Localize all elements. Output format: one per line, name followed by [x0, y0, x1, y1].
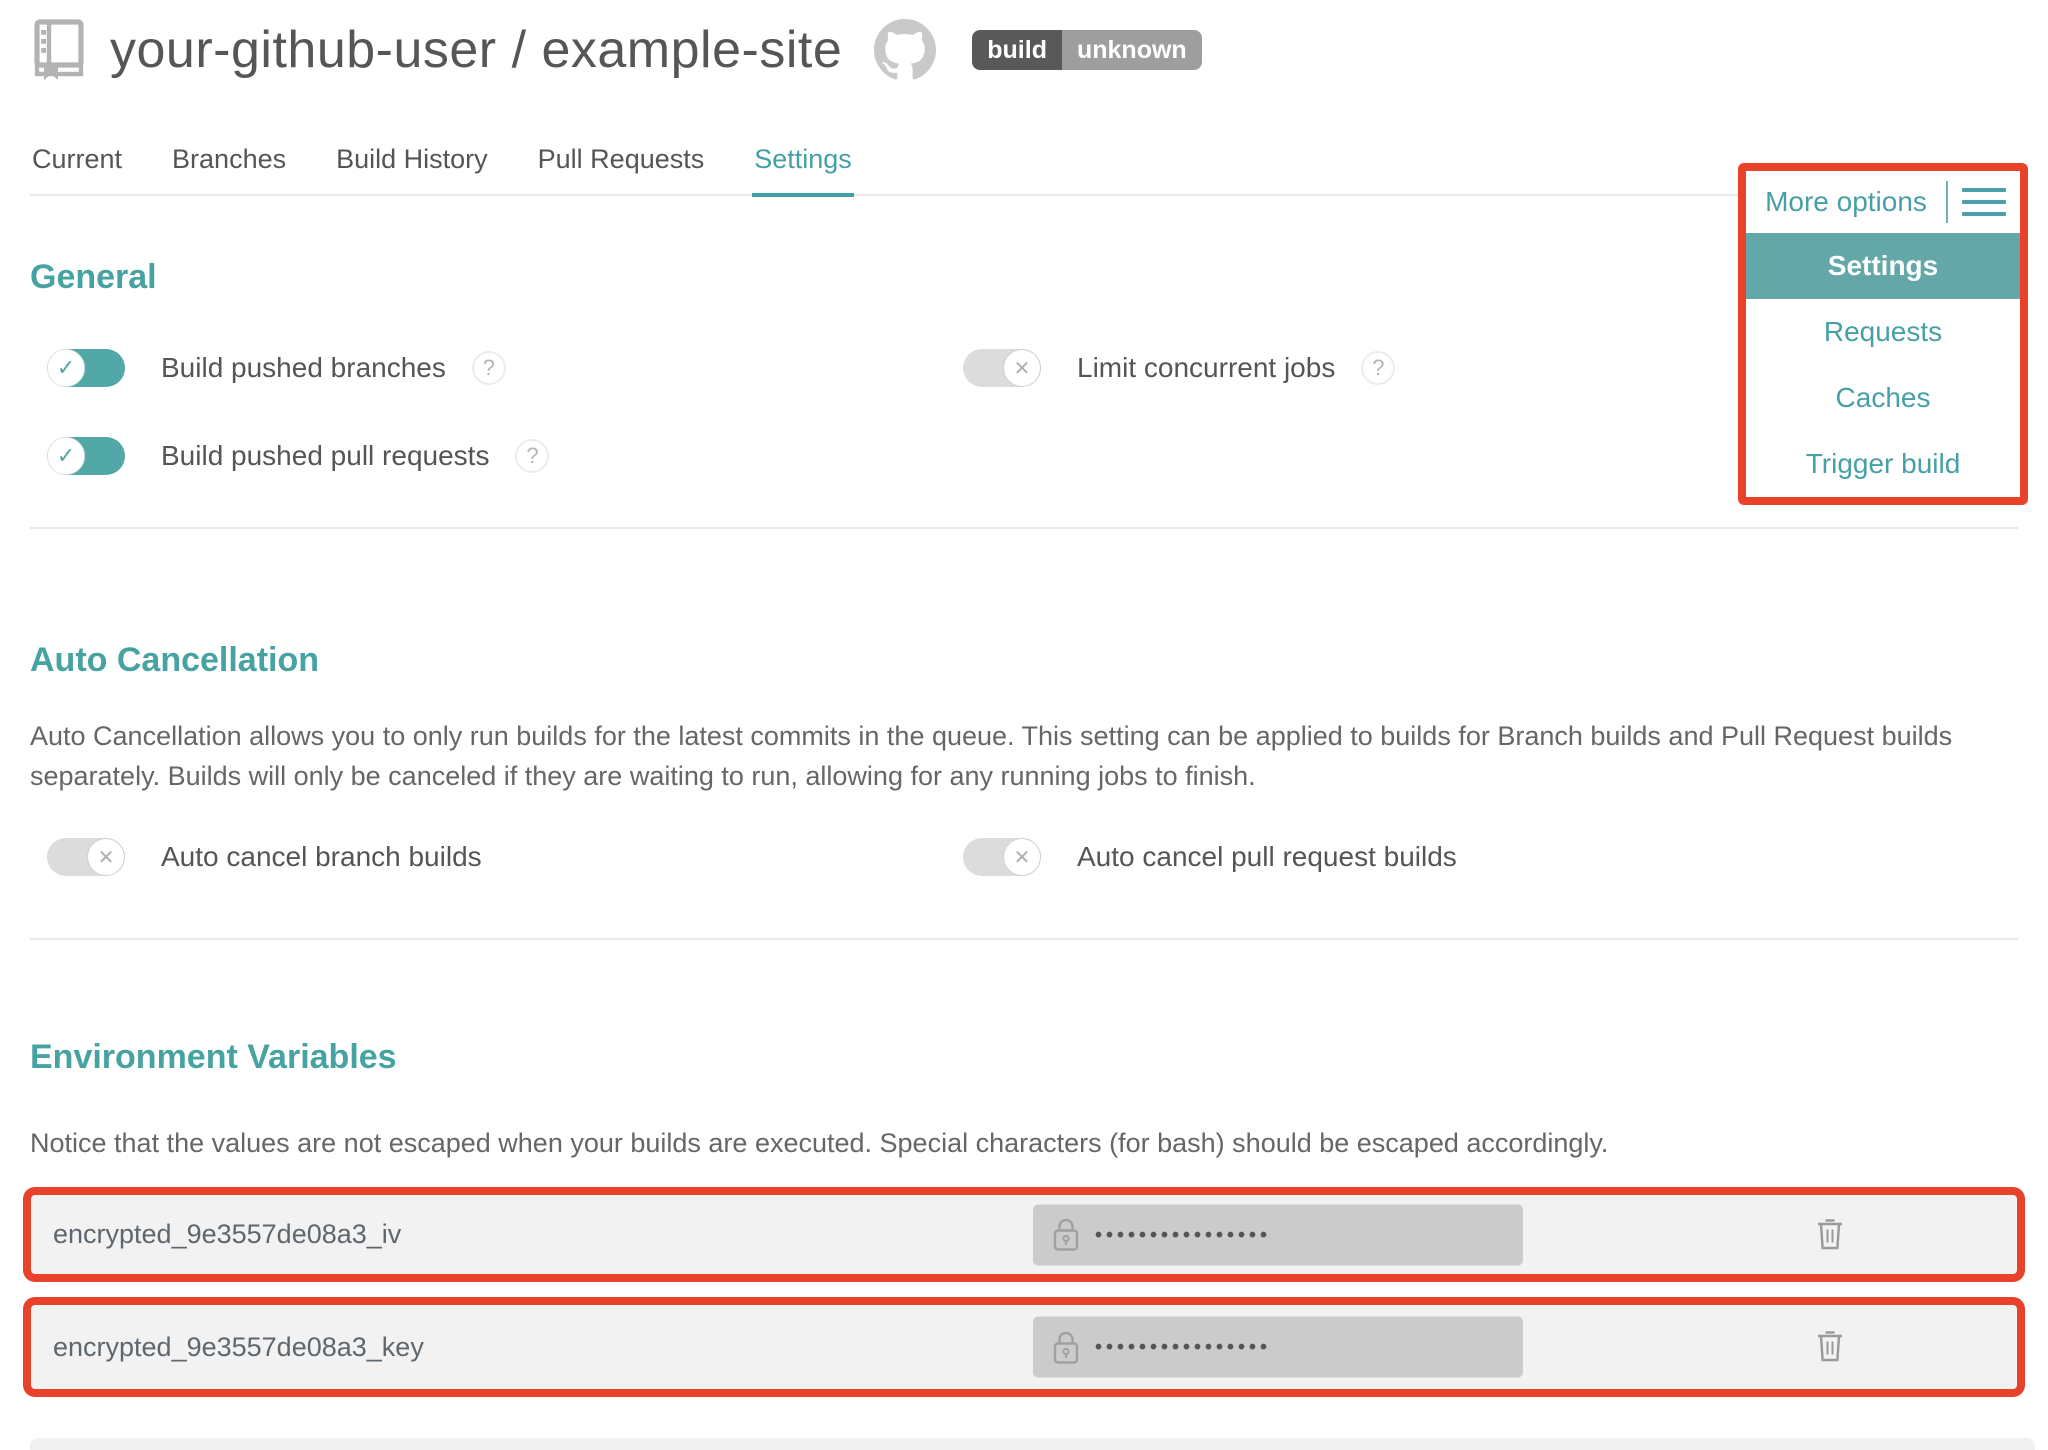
environment-variables-notice: Notice that the values are not escaped w… — [30, 1123, 1990, 1163]
help-icon[interactable]: ? — [472, 351, 506, 385]
tab-build-history[interactable]: Build History — [334, 138, 490, 194]
next-row-partial — [30, 1438, 2035, 1450]
toggle-label: Limit concurrent jobs — [1077, 352, 1335, 384]
menu-item-settings[interactable]: Settings — [1746, 233, 2020, 299]
tab-settings[interactable]: Settings — [752, 138, 854, 197]
help-icon[interactable]: ? — [515, 439, 549, 473]
tab-current[interactable]: Current — [30, 138, 124, 194]
toggle-build-pushed-branches[interactable]: ✓✕ — [47, 349, 125, 387]
toggle-auto-cancel-pull-request-builds[interactable]: ✓✕ — [963, 838, 1041, 876]
section-divider — [30, 938, 2018, 940]
env-var-row: encrypted_9e3557de08a3_key •••••••••••••… — [23, 1297, 2025, 1397]
repo-header: your-github-user / example-site build un… — [30, 0, 2048, 76]
setting-auto-cancel-branch-builds: ✓✕ Auto cancel branch builds — [47, 838, 963, 876]
tab-branches[interactable]: Branches — [170, 138, 288, 194]
repository-book-icon — [30, 18, 88, 82]
env-var-value-field: •••••••••••••••• — [1033, 1317, 1523, 1378]
help-icon[interactable]: ? — [1361, 351, 1395, 385]
badge-build-label: build — [972, 30, 1062, 70]
delete-env-var-button[interactable] — [1815, 1215, 1845, 1254]
setting-build-pushed-pull-requests: ✓✕ Build pushed pull requests ? — [47, 437, 963, 475]
toggle-label: Build pushed pull requests — [161, 440, 489, 472]
tab-pull-requests[interactable]: Pull Requests — [536, 138, 707, 194]
badge-status-value: unknown — [1062, 30, 1202, 70]
toggle-build-pushed-pull-requests[interactable]: ✓✕ — [47, 437, 125, 475]
auto-cancellation-heading: Auto Cancellation — [30, 641, 2048, 680]
toggle-knob: ✓✕ — [47, 437, 85, 475]
github-logo-icon[interactable] — [874, 19, 936, 81]
setting-auto-cancel-pull-request-builds: ✓✕ Auto cancel pull request builds — [963, 838, 1879, 876]
menu-item-trigger-build[interactable]: Trigger build — [1746, 431, 2020, 497]
more-options-label: More options — [1746, 186, 1946, 218]
lock-icon — [1053, 1218, 1079, 1252]
auto-cancellation-toggle-row: ✓✕ Auto cancel branch builds ✓✕ Auto can… — [47, 838, 2048, 876]
toggle-knob: ✓✕ — [1003, 838, 1041, 876]
hamburger-menu-icon[interactable] — [1948, 188, 2020, 216]
auto-cancellation-description: Auto Cancellation allows you to only run… — [30, 716, 1960, 796]
section-divider — [30, 527, 2018, 529]
masked-value: •••••••••••••••• — [1095, 1222, 1271, 1247]
env-var-value-field: •••••••••••••••• — [1033, 1204, 1523, 1265]
toggle-label: Build pushed branches — [161, 352, 446, 384]
more-options-menu: Settings Requests Caches Trigger build — [1746, 233, 2020, 497]
masked-value: •••••••••••••••• — [1095, 1335, 1271, 1360]
toggle-label: Auto cancel pull request builds — [1077, 841, 1457, 873]
menu-item-requests[interactable]: Requests — [1746, 299, 2020, 365]
repo-tabs: Current Branches Build History Pull Requ… — [30, 138, 2018, 196]
more-options-dropdown: More options Settings Requests Caches Tr… — [1738, 163, 2028, 505]
build-status-badge: build unknown — [972, 30, 1201, 70]
env-var-row: encrypted_9e3557de08a3_iv ••••••••••••••… — [23, 1187, 2025, 1282]
more-options-header[interactable]: More options — [1746, 171, 2020, 233]
trash-icon — [1815, 1328, 1845, 1364]
toggle-knob: ✓✕ — [87, 838, 125, 876]
lock-icon — [1053, 1330, 1079, 1364]
page-title: your-github-user / example-site — [110, 20, 842, 80]
setting-build-pushed-branches: ✓✕ Build pushed branches ? — [47, 349, 963, 387]
toggle-limit-concurrent-jobs[interactable]: ✓✕ — [963, 349, 1041, 387]
toggle-knob: ✓✕ — [47, 349, 85, 387]
menu-item-caches[interactable]: Caches — [1746, 365, 2020, 431]
toggle-label: Auto cancel branch builds — [161, 841, 482, 873]
toggle-auto-cancel-branch-builds[interactable]: ✓✕ — [47, 838, 125, 876]
toggle-knob: ✓✕ — [1003, 349, 1041, 387]
environment-variables-heading: Environment Variables — [30, 1038, 2048, 1077]
trash-icon — [1815, 1215, 1845, 1251]
delete-env-var-button[interactable] — [1815, 1328, 1845, 1367]
